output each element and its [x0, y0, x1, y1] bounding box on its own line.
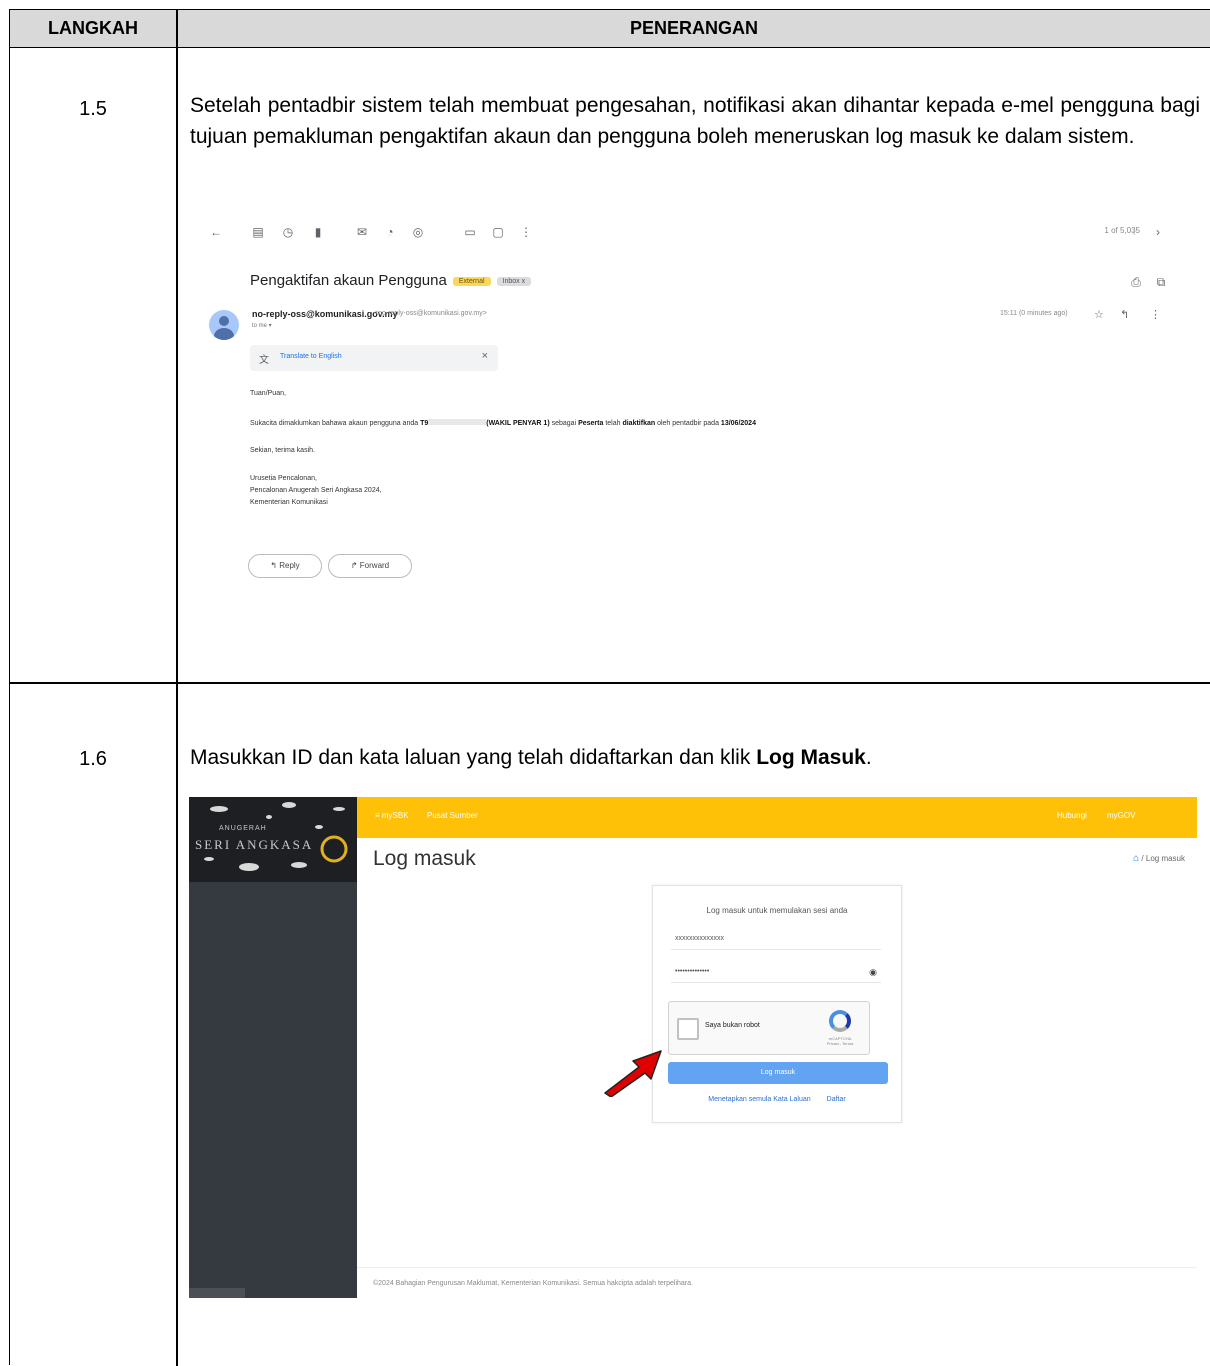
- move-to-icon[interactable]: ▭: [464, 226, 476, 238]
- nav-contact[interactable]: Hubungi: [1057, 811, 1087, 820]
- login-card: Log masuk untuk memulakan sesi anda xxxx…: [652, 885, 902, 1123]
- row-divider: [10, 682, 1210, 684]
- more-vert-icon[interactable]: ⋮: [520, 226, 532, 238]
- signature-line-1: Urusetia Pencalonan,: [250, 475, 317, 482]
- recaptcha-widget: Saya bukan robot reCAPTCHA Privasi - Term…: [668, 1001, 870, 1055]
- sender-email: <no-reply-oss@komunikasi.gov.my>: [374, 310, 487, 317]
- login-heading: Log masuk untuk memulakan sesi anda: [706, 906, 848, 915]
- recaptcha-terms: reCAPTCHA Privasi - Terma: [826, 1036, 854, 1046]
- print-icon[interactable]: ⎙: [1130, 276, 1142, 288]
- email-screenshot: ← ▤ ◷ ▮ ✉ ◔ ◎ ▭ ▢ ⋮ 1 of 5,035 ‹ › Penga…: [200, 222, 1180, 642]
- email-toolbar: ← ▤ ◷ ▮ ✉ ◔ ◎ ▭ ▢ ⋮ 1 of 5,035 ‹ ›: [200, 222, 1180, 246]
- reply-button[interactable]: ↰ Reply: [248, 554, 322, 578]
- register-link[interactable]: Daftar: [827, 1096, 846, 1103]
- login-button[interactable]: Log masuk: [668, 1062, 888, 1084]
- password-field[interactable]: •••••••••••••• ◉: [671, 961, 881, 983]
- forgot-password-link[interactable]: Menetapkan semula Kata Laluan: [708, 1096, 810, 1103]
- copyright-text: ©2024 Bahagian Pengurusan Maklumat, Keme…: [373, 1280, 693, 1287]
- translate-icon: 文: [259, 355, 269, 366]
- logo-title: SERI ANGKASA: [195, 837, 314, 852]
- step-text-1-5: Setelah pentadbir sistem telah membuat p…: [190, 94, 1200, 148]
- report-spam-icon[interactable]: ◷: [282, 226, 294, 238]
- signature-line-2: Pencalonan Anugerah Seri Angkasa 2024,: [250, 487, 382, 494]
- forward-button[interactable]: ↱ Forward: [328, 554, 412, 578]
- email-closing: Sekian, terima kasih.: [250, 447, 315, 454]
- inbox-label[interactable]: Inbox x: [496, 276, 532, 286]
- column-header-step: LANGKAH: [48, 18, 138, 38]
- email-body: Sukacita dimaklumkan bahawa akaun penggu…: [250, 419, 756, 427]
- reply-icon[interactable]: ↰: [1120, 308, 1129, 321]
- page-title: Log masuk: [373, 847, 476, 870]
- mark-unread-icon[interactable]: ✉: [356, 226, 368, 238]
- add-task-icon[interactable]: ◎: [412, 226, 424, 238]
- login-screenshot: ANUGERAH SERI ANGKASA ≡ mySBK Pusat Sumb…: [189, 797, 1197, 1298]
- next-icon[interactable]: ›: [1152, 226, 1164, 238]
- step-number-1-6: 1.6: [79, 748, 107, 770]
- external-badge: External: [452, 276, 491, 286]
- column-header-description: PENERANGAN: [629, 18, 758, 38]
- top-navbar: ≡ mySBK Pusat Sumber Hubungi myGOV: [357, 797, 1197, 838]
- sidebar-footer: [189, 1288, 245, 1298]
- app-logo: ANUGERAH SERI ANGKASA: [189, 797, 357, 882]
- email-greeting: Tuan/Puan,: [250, 390, 286, 397]
- nav-mygov[interactable]: myGOV: [1107, 811, 1135, 820]
- close-icon[interactable]: ×: [482, 350, 488, 362]
- login-links: Menetapkan semula Kata Laluan Daftar: [653, 1096, 901, 1103]
- recipient-details[interactable]: to me ▾: [252, 322, 272, 329]
- archive-icon[interactable]: ▤: [252, 226, 264, 238]
- translate-bar: 文 Translate to English ×: [250, 345, 498, 371]
- signature-line-3: Kementerian Komunikasi: [250, 499, 328, 506]
- table-header: LANGKAH PENERANGAN: [10, 10, 1210, 48]
- page-footer: ©2024 Bahagian Pengurusan Maklumat, Keme…: [357, 1267, 1197, 1298]
- home-icon[interactable]: ⌂: [1133, 853, 1139, 864]
- star-icon[interactable]: ☆: [1094, 308, 1104, 321]
- email-subject: Pengaktifan akaun Pengguna External Inbox …: [250, 272, 532, 289]
- more-icon[interactable]: ⋮: [1150, 308, 1161, 321]
- breadcrumb: ⌂ / Log masuk: [1133, 853, 1185, 864]
- column-divider: [176, 10, 178, 1366]
- log-masuk-emphasis: Log Masuk: [756, 746, 866, 769]
- brand-menu[interactable]: ≡ mySBK: [375, 811, 409, 820]
- username-field[interactable]: xxxxxxxxxxxxxx: [671, 928, 881, 950]
- logo-subtitle: ANUGERAH: [219, 825, 267, 832]
- snooze-icon[interactable]: ◔: [384, 226, 396, 238]
- recaptcha-label: Saya bukan robot: [705, 1022, 760, 1029]
- email-time: 15:11 (0 minutes ago): [1000, 310, 1068, 317]
- recaptcha-logo-icon: [829, 1010, 851, 1032]
- sender-avatar: [209, 310, 239, 340]
- label-icon[interactable]: ▢: [492, 226, 504, 238]
- step-text-1-6: Masukkan ID dan kata laluan yang telah d…: [190, 746, 872, 769]
- step-number-1-5: 1.5: [79, 98, 107, 120]
- sidebar: ANUGERAH SERI ANGKASA: [189, 797, 357, 1298]
- back-arrow-icon[interactable]: ←: [210, 226, 222, 238]
- prev-icon[interactable]: ‹: [1128, 226, 1140, 238]
- show-password-icon[interactable]: ◉: [869, 961, 877, 983]
- red-arrow-icon: [604, 1050, 662, 1097]
- recaptcha-checkbox[interactable]: [677, 1018, 699, 1040]
- nav-resource-centre[interactable]: Pusat Sumber: [427, 811, 478, 820]
- translate-link[interactable]: Translate to English: [280, 353, 342, 360]
- open-new-window-icon[interactable]: ⧉: [1155, 276, 1167, 288]
- delete-icon[interactable]: ▮: [312, 226, 324, 238]
